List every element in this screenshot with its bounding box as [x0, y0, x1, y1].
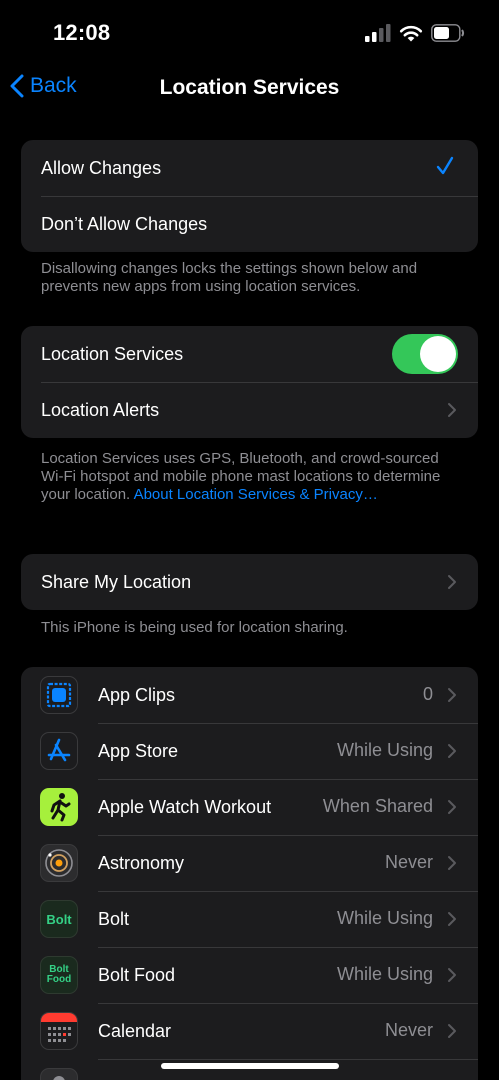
share-my-location-row[interactable]: Share My Location: [21, 554, 478, 610]
bolt-food-icon-text: Bolt Food: [46, 964, 72, 985]
app-permission-value: When Shared: [322, 796, 433, 816]
changes-footer: Disallowing changes locks the settings s…: [41, 260, 418, 295]
chevron-right-icon: [448, 575, 456, 589]
app-row-app-clips[interactable]: App Clips 0: [21, 667, 478, 723]
app-row-calendar[interactable]: Calendar Never: [21, 1003, 478, 1059]
app-permission-value: While Using: [336, 908, 433, 928]
app-row-astronomy[interactable]: Astronomy Never: [21, 835, 478, 891]
checkmark-icon: [436, 156, 454, 175]
changes-group: Allow Changes Don’t Allow Changes: [21, 140, 478, 252]
app-permission-value: Never: [384, 1020, 433, 1040]
location-group: Location Services Location Alerts: [21, 326, 478, 438]
wifi-icon: [399, 25, 423, 42]
chevron-right-icon: [448, 744, 456, 758]
allow-changes-label: Allow Changes: [41, 157, 162, 178]
app-permission-value: While Using: [336, 740, 433, 760]
location-services-toggle[interactable]: [392, 334, 458, 374]
allow-changes-row[interactable]: Allow Changes: [21, 140, 478, 196]
cellular-signal-icon: [365, 24, 391, 42]
about-location-privacy-link[interactable]: About Location Services & Privacy…: [134, 486, 378, 503]
status-icons: [365, 24, 465, 42]
calendar-icon: [40, 1012, 78, 1050]
app-row-apple-watch-workout[interactable]: Apple Watch Workout When Shared: [21, 779, 478, 835]
status-bar: 12:08: [0, 0, 499, 60]
app-row-app-store[interactable]: App Store While Using: [21, 723, 478, 779]
location-footer: Location Services uses GPS, Bluetooth, a…: [41, 450, 461, 504]
app-permission-value: 0: [422, 684, 433, 704]
app-clips-icon: [40, 676, 78, 714]
battery-icon: [431, 24, 465, 42]
status-time: 12:08: [53, 20, 111, 45]
chevron-right-icon: [448, 856, 456, 870]
dont-allow-changes-row[interactable]: Don’t Allow Changes: [21, 196, 478, 252]
chevron-right-icon: [448, 912, 456, 926]
chevron-right-icon: [448, 800, 456, 814]
home-indicator[interactable]: [161, 1063, 339, 1069]
app-store-icon: [40, 732, 78, 770]
app-icon-partial: [40, 1068, 78, 1080]
chevron-right-icon: [448, 968, 456, 982]
navigation-bar: Back Location Services: [0, 60, 499, 116]
share-footer: This iPhone is being used for location s…: [41, 619, 348, 636]
toggle-knob: [420, 336, 456, 372]
bolt-icon: Bolt: [40, 900, 78, 938]
app-permission-value: While Using: [336, 964, 433, 984]
app-row-bolt[interactable]: Bolt Bolt While Using: [21, 891, 478, 947]
bolt-food-icon: Bolt Food: [40, 956, 78, 994]
share-group: Share My Location: [21, 554, 478, 610]
location-alerts-label: Location Alerts: [41, 399, 160, 420]
apps-group: App Clips 0 App Store While Using Apple …: [21, 667, 478, 1080]
app-name: App Clips: [98, 684, 176, 705]
app-permission-value: Never: [384, 852, 433, 872]
workout-icon: [40, 788, 78, 826]
bolt-icon-text: Bolt: [46, 911, 72, 927]
dont-allow-changes-label: Don’t Allow Changes: [41, 213, 208, 234]
share-my-location-label: Share My Location: [41, 571, 192, 592]
location-services-row: Location Services: [21, 326, 478, 382]
astronomy-icon: [40, 844, 78, 882]
page-title: Location Services: [159, 76, 340, 99]
location-alerts-row[interactable]: Location Alerts: [21, 382, 478, 438]
chevron-right-icon: [448, 403, 456, 417]
app-row-bolt-food[interactable]: Bolt Food Bolt Food While Using: [21, 947, 478, 1003]
chevron-right-icon: [448, 688, 456, 702]
chevron-right-icon: [448, 1024, 456, 1038]
